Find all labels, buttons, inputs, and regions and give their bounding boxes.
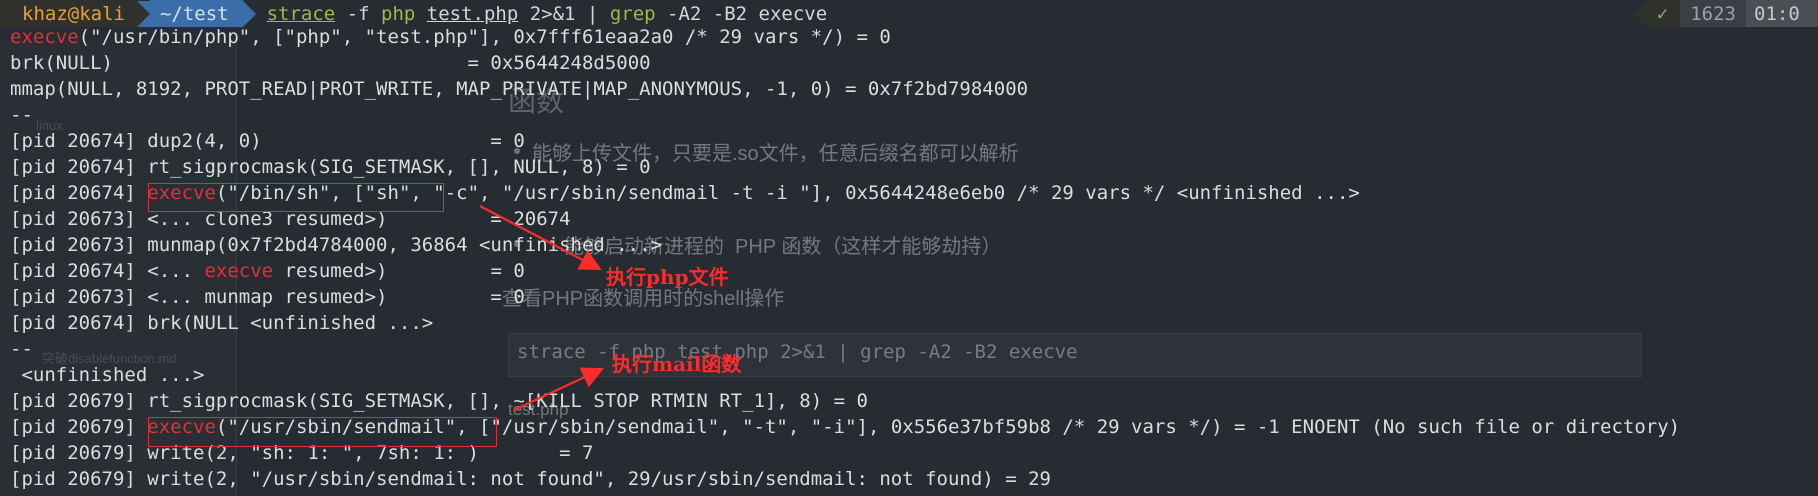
annotation-note-mail: 执行mail函数: [612, 352, 742, 376]
arrow-to-note1: [479, 205, 602, 271]
annotation-arrows: [479, 205, 604, 411]
annotation-note-php: 执行php文件: [606, 265, 729, 289]
arrow-to-note2: [513, 367, 604, 411]
